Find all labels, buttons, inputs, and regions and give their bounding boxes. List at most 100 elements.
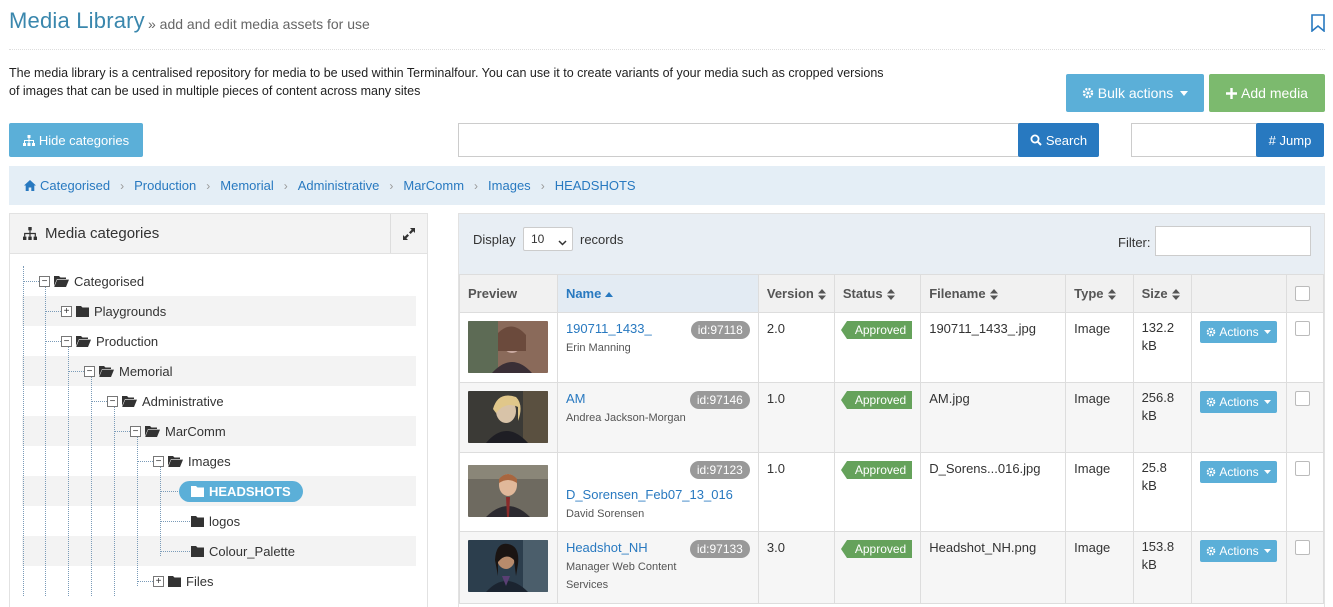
tree-connector <box>137 581 153 582</box>
name-cell: id:97123 D_Sorensen_Feb07_13_016 David S… <box>556 452 759 532</box>
breadcrumb-separator: › <box>389 178 394 193</box>
thumbnail-image[interactable] <box>468 321 548 373</box>
tree-connector <box>23 281 39 282</box>
hide-categories-button[interactable]: Hide categories <box>9 123 143 157</box>
actions-dropdown-button[interactable]: Actions <box>1200 391 1277 413</box>
breadcrumb-item-administrative[interactable]: Administrative <box>298 178 380 193</box>
expand-toggle-icon[interactable]: + <box>61 305 72 317</box>
column-header-status[interactable]: Status <box>833 274 922 313</box>
tree-node-images[interactable]: − Images <box>153 446 231 476</box>
collapse-toggle-icon[interactable]: − <box>61 335 72 347</box>
actions-dropdown-button[interactable]: Actions <box>1200 321 1277 343</box>
column-header-size[interactable]: Size <box>1132 274 1193 313</box>
tree-node-colour-palette[interactable]: Colour_Palette <box>191 536 295 566</box>
sort-icon <box>886 289 895 301</box>
asset-id-badge: id:97146 <box>689 391 750 409</box>
filename-cell: 190711_1433_.jpg <box>920 312 1067 383</box>
expand-toggle-icon[interactable]: + <box>153 575 164 587</box>
thumbnail-image[interactable] <box>468 465 548 517</box>
jump-button[interactable]: # Jump <box>1256 123 1324 157</box>
folder-icon <box>191 515 204 527</box>
tree-node-logos[interactable]: logos <box>191 506 240 536</box>
folder-icon <box>168 575 181 587</box>
preview-cell <box>459 452 558 532</box>
tree-node-production[interactable]: − Production <box>61 326 158 356</box>
search-input[interactable] <box>458 123 1019 157</box>
breadcrumb-separator: › <box>474 178 479 193</box>
tree-node-headshots[interactable]: HEADSHOTS <box>179 476 303 506</box>
column-header-name[interactable]: Name <box>556 274 759 313</box>
tree-connector <box>160 491 180 492</box>
caret-down-icon <box>1263 549 1271 553</box>
folder-icon <box>191 545 204 557</box>
row-checkbox[interactable] <box>1295 321 1311 336</box>
asset-description: Manager Web Content Services <box>565 561 677 591</box>
tree-node-marcomm[interactable]: − MarComm <box>130 416 226 446</box>
sort-ascending-icon <box>605 291 614 298</box>
collapse-toggle-icon[interactable]: − <box>153 455 164 467</box>
select-all-checkbox[interactable] <box>1295 286 1311 301</box>
row-checkbox[interactable] <box>1295 391 1311 406</box>
tree-node-playgrounds[interactable]: + Playgrounds <box>61 296 166 326</box>
type-cell: Image <box>1065 452 1134 532</box>
actions-dropdown-button[interactable]: Actions <box>1200 540 1277 562</box>
page-subtitle: » add and edit media assets for use <box>148 16 370 32</box>
column-header-filename[interactable]: Filename <box>920 274 1067 313</box>
tree-node-memorial[interactable]: − Memorial <box>84 356 172 386</box>
actions-dropdown-button[interactable]: Actions <box>1200 461 1277 483</box>
bulk-actions-button[interactable]: Bulk actions <box>1066 74 1204 112</box>
breadcrumb-item-production[interactable]: Production <box>134 178 196 193</box>
breadcrumb-item-memorial[interactable]: Memorial <box>220 178 273 193</box>
expand-icon <box>403 227 415 240</box>
collapse-toggle-icon[interactable]: − <box>107 395 118 407</box>
breadcrumb-item-categorised[interactable]: Categorised <box>24 178 110 193</box>
tree-connector <box>68 371 84 372</box>
collapse-toggle-icon[interactable]: − <box>39 275 50 287</box>
version-cell: 1.0 <box>757 452 835 532</box>
collapse-toggle-icon[interactable]: − <box>84 365 95 377</box>
thumbnail-image[interactable] <box>468 391 548 443</box>
bookmark-icon[interactable] <box>1310 14 1326 32</box>
version-cell: 3.0 <box>757 531 835 604</box>
tree-node-administrative[interactable]: − Administrative <box>107 386 224 416</box>
jump-input[interactable] <box>1131 123 1257 157</box>
media-table: Preview Name Version Status Filename Typ… <box>459 274 1324 604</box>
column-header-version[interactable]: Version <box>757 274 835 313</box>
add-media-label: Add media <box>1241 85 1308 101</box>
type-cell: Image <box>1065 531 1134 604</box>
filename-cell: Headshot_NH.png <box>920 531 1067 604</box>
asset-description: Erin Manning <box>565 342 631 354</box>
tree-row-bg <box>22 566 416 596</box>
intro-text: The media library is a centralised repos… <box>9 66 884 98</box>
column-header-select-all[interactable] <box>1286 274 1324 313</box>
home-icon <box>24 180 36 191</box>
filter-input[interactable] <box>1155 226 1311 256</box>
status-cell: Approved <box>833 382 922 453</box>
media-categories-title: Media categories <box>45 225 160 242</box>
tree-node-files[interactable]: + Files <box>153 566 213 596</box>
collapse-toggle-icon[interactable]: − <box>130 425 141 437</box>
thumbnail-image[interactable] <box>468 540 548 592</box>
breadcrumb-item-images[interactable]: Images <box>488 178 531 193</box>
search-button[interactable]: Search <box>1018 123 1099 157</box>
asset-name-link[interactable]: D_Sorensen_Feb07_13_016 <box>566 479 750 502</box>
column-header-type[interactable]: Type <box>1065 274 1134 313</box>
status-cell: Approved <box>833 312 922 383</box>
tree-node-categorised[interactable]: − Categorised <box>39 266 144 296</box>
breadcrumb-item-headshots[interactable]: HEADSHOTS <box>555 178 636 193</box>
search-icon <box>1030 134 1042 146</box>
breadcrumb-item-marcomm[interactable]: MarComm <box>403 178 464 193</box>
select-cell <box>1286 531 1324 604</box>
tree-connector <box>137 436 138 586</box>
preview-cell <box>459 382 558 453</box>
name-cell: id:97118 190711_1433_ Erin Manning <box>556 312 759 383</box>
expand-panel-button[interactable] <box>390 214 427 253</box>
page-title: Media Library <box>9 8 145 33</box>
sort-icon <box>989 289 998 301</box>
records-per-page-select[interactable]: 10 <box>523 227 573 251</box>
name-cell: id:97133 Headshot_NH Manager Web Content… <box>556 531 759 604</box>
add-media-button[interactable]: Add media <box>1209 74 1325 112</box>
selected-category-pill[interactable]: HEADSHOTS <box>179 480 303 502</box>
row-checkbox[interactable] <box>1295 540 1311 555</box>
row-checkbox[interactable] <box>1295 461 1311 476</box>
